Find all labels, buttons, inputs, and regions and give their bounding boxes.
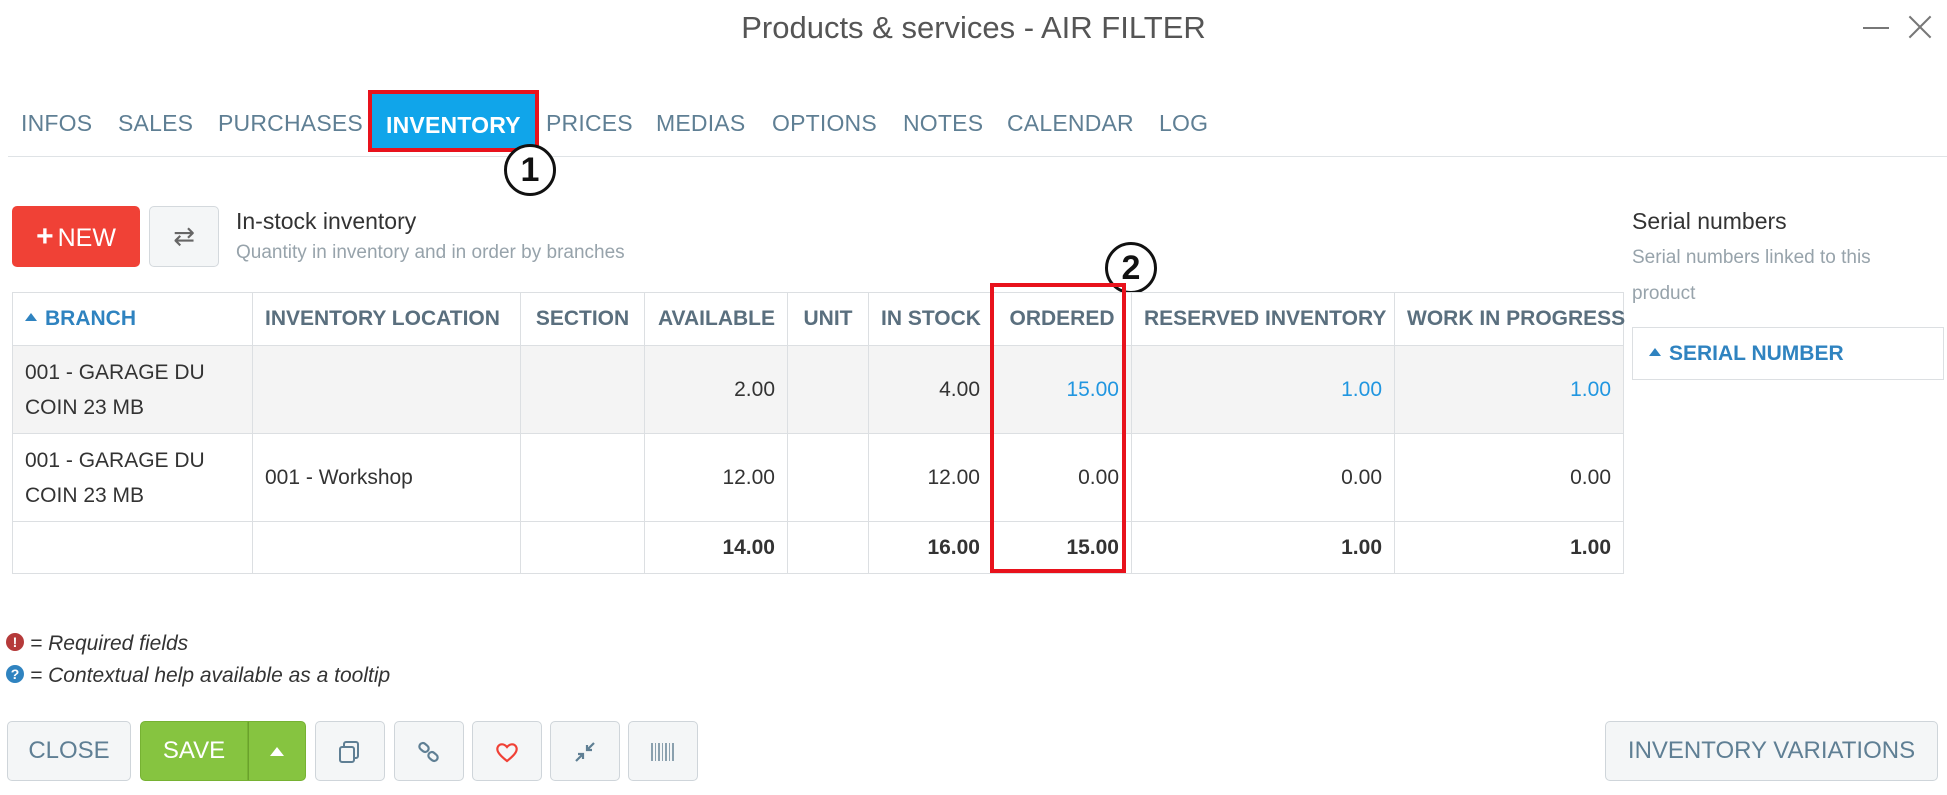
cell-in-stock: 4.00 bbox=[868, 345, 993, 434]
cell-location: 001 - Workshop bbox=[252, 433, 521, 522]
tab-medias[interactable]: MEDIAS bbox=[656, 110, 745, 137]
cell-wip-link[interactable]: 1.00 bbox=[1394, 345, 1624, 434]
barcode-button[interactable] bbox=[628, 721, 698, 781]
section-title: In-stock inventory bbox=[236, 208, 417, 234]
cell-in-stock: 12.00 bbox=[868, 433, 993, 522]
swap-button[interactable]: ⇄ bbox=[149, 206, 219, 267]
tab-purchases[interactable]: PURCHASES bbox=[218, 110, 363, 137]
column-header-in-stock[interactable]: IN STOCK bbox=[868, 292, 993, 346]
inventory-table: BRANCH INVENTORY LOCATION SECTION AVAILA… bbox=[12, 292, 1625, 574]
table-header-row: BRANCH INVENTORY LOCATION SECTION AVAILA… bbox=[12, 292, 1625, 346]
cell-section bbox=[520, 345, 645, 434]
minimize-icon[interactable] bbox=[1863, 27, 1889, 29]
cell-available: 2.00 bbox=[644, 345, 788, 434]
cell-location bbox=[252, 345, 521, 434]
legend-help: ? = Contextual help available as a toolti… bbox=[6, 664, 390, 688]
caret-up-icon bbox=[270, 747, 284, 757]
favorite-button[interactable] bbox=[472, 721, 542, 781]
link-icon bbox=[418, 741, 439, 762]
inventory-variations-button[interactable]: INVENTORY VARIATIONS bbox=[1605, 721, 1938, 781]
new-button-label: NEW bbox=[57, 224, 116, 252]
cell-branch: 001 - GARAGE DU COIN 23 MB bbox=[12, 345, 253, 434]
close-button[interactable]: CLOSE bbox=[7, 721, 131, 781]
link-button[interactable] bbox=[394, 721, 464, 781]
column-header-reserved-inventory[interactable]: RESERVED INVENTORY bbox=[1131, 292, 1395, 346]
question-icon: ? bbox=[6, 665, 24, 684]
tab-inventory[interactable]: INVENTORY bbox=[368, 90, 539, 152]
exclamation-icon: ! bbox=[6, 633, 24, 652]
compress-icon bbox=[575, 741, 595, 762]
barcode-icon bbox=[651, 742, 674, 761]
cell-unit bbox=[787, 433, 869, 522]
table-row[interactable]: 001 - GARAGE DU COIN 23 MB 001 - Workshop… bbox=[12, 433, 1624, 522]
tab-prices[interactable]: PRICES bbox=[546, 110, 633, 137]
serial-numbers-title: Serial numbers bbox=[1632, 208, 1787, 234]
collapse-button[interactable] bbox=[550, 721, 620, 781]
sort-ascending-icon bbox=[1649, 348, 1661, 357]
cell-reserved-link[interactable]: 1.00 bbox=[1131, 345, 1395, 434]
cell-section bbox=[520, 433, 645, 522]
column-header-branch[interactable]: BRANCH bbox=[12, 292, 253, 346]
save-button[interactable]: SAVE bbox=[140, 721, 248, 781]
section-subtitle: Quantity in inventory and in order by br… bbox=[236, 242, 625, 263]
cell-available: 12.00 bbox=[644, 433, 788, 522]
swap-arrows-icon: ⇄ bbox=[173, 221, 195, 251]
serial-numbers-subtitle: Serial numbers linked to this product bbox=[1632, 247, 1871, 304]
ordered-column-highlight bbox=[990, 283, 1126, 573]
column-header-work-in-progress[interactable]: WORK IN PROGRESS bbox=[1394, 292, 1625, 346]
heart-icon bbox=[496, 742, 518, 763]
window-titlebar: Products & services - AIR FILTER bbox=[0, 0, 1947, 60]
total-reserved: 1.00 bbox=[1131, 521, 1395, 574]
total-wip: 1.00 bbox=[1394, 521, 1624, 574]
total-available: 14.00 bbox=[644, 521, 788, 574]
column-header-section[interactable]: SECTION bbox=[520, 292, 645, 346]
duplicate-button[interactable] bbox=[315, 721, 385, 781]
column-header-unit[interactable]: UNIT bbox=[787, 292, 869, 346]
tab-infos[interactable]: INFOS bbox=[21, 110, 92, 137]
window-title: Products & services - AIR FILTER bbox=[741, 10, 1206, 45]
tab-bar: INFOS SALES PURCHASES INVENTORY PRICES M… bbox=[8, 90, 1947, 157]
column-header-serial-number[interactable]: SERIAL NUMBER bbox=[1632, 327, 1944, 380]
legend-required: ! = Required fields bbox=[6, 632, 188, 656]
cell-wip: 0.00 bbox=[1394, 433, 1624, 522]
save-options-button[interactable] bbox=[248, 721, 306, 781]
tab-options[interactable]: OPTIONS bbox=[772, 110, 877, 137]
annotation-marker-1: 1 bbox=[504, 144, 556, 196]
plus-icon: + bbox=[36, 220, 54, 253]
column-header-inventory-location[interactable]: INVENTORY LOCATION bbox=[252, 292, 521, 346]
tab-sales[interactable]: SALES bbox=[118, 110, 193, 137]
total-in-stock: 16.00 bbox=[868, 521, 993, 574]
tab-notes[interactable]: NOTES bbox=[903, 110, 983, 137]
new-button[interactable]: + NEW bbox=[12, 206, 140, 267]
sort-ascending-icon bbox=[25, 313, 37, 322]
table-row[interactable]: 001 - GARAGE DU COIN 23 MB 2.00 4.00 15.0… bbox=[12, 345, 1624, 434]
copy-icon bbox=[339, 740, 359, 763]
cell-unit bbox=[787, 345, 869, 434]
table-total-row: 14.00 16.00 15.00 1.00 1.00 bbox=[12, 521, 1624, 574]
cell-reserved: 0.00 bbox=[1131, 433, 1395, 522]
tab-calendar[interactable]: CALENDAR bbox=[1007, 110, 1134, 137]
cell-branch: 001 - GARAGE DU COIN 23 MB bbox=[12, 433, 253, 522]
tab-log[interactable]: LOG bbox=[1159, 110, 1208, 137]
column-header-available[interactable]: AVAILABLE bbox=[644, 292, 788, 346]
close-icon[interactable] bbox=[1903, 10, 1937, 44]
